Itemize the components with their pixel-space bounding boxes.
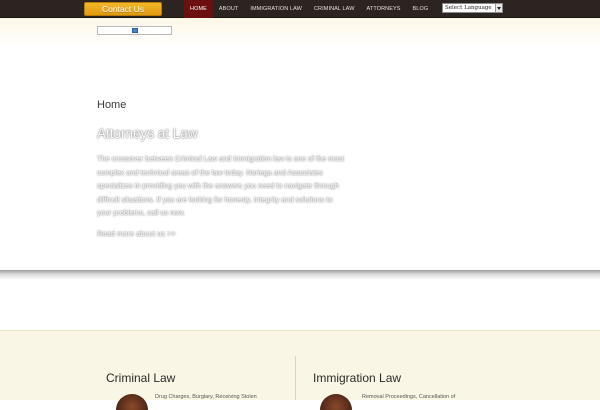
chevron-down-icon [495, 4, 502, 12]
top-navigation-bar: Contact Us HOME ABOUT IMMIGRATION LAW CR… [0, 0, 600, 18]
language-select[interactable]: Select Language [442, 3, 503, 13]
nav-item-blog[interactable]: BLOG [407, 0, 435, 18]
section-shadow [0, 270, 600, 280]
main-nav: HOME ABOUT IMMIGRATION LAW CRIMINAL LAW … [184, 0, 434, 18]
column-divider [295, 356, 296, 400]
criminal-law-heading[interactable]: Criminal Law [106, 371, 175, 385]
immigration-law-snippet: Removal Proceedings, Cancellation of [362, 394, 456, 400]
nav-item-home[interactable]: HOME [184, 0, 213, 18]
section-spacer [0, 280, 600, 330]
nav-item-criminal-law[interactable]: CRIMINAL LAW [308, 0, 361, 18]
language-select-value: Select Language [445, 5, 492, 11]
practice-areas-section [0, 330, 600, 400]
hero-description: The crossover between Criminal Law and I… [97, 154, 344, 217]
contact-us-button[interactable]: Contact Us [84, 2, 162, 16]
immigration-law-heading[interactable]: Immigration Law [313, 371, 401, 385]
header-band [0, 18, 600, 48]
breadcrumb: Home [97, 99, 127, 111]
nav-item-immigration-law[interactable]: IMMIGRATION LAW [244, 0, 308, 18]
nav-item-about[interactable]: ABOUT [213, 0, 244, 18]
embedded-widget[interactable] [97, 26, 172, 35]
nav-item-attorneys[interactable]: ATTORNEYS [361, 0, 407, 18]
hero-title: Attorneys at Law [97, 126, 198, 141]
criminal-law-snippet: Drug Charges, Burglary, Receiving Stolen [155, 394, 257, 400]
read-more-link[interactable]: Read more about us >> [97, 229, 176, 238]
widget-icon [132, 28, 138, 33]
